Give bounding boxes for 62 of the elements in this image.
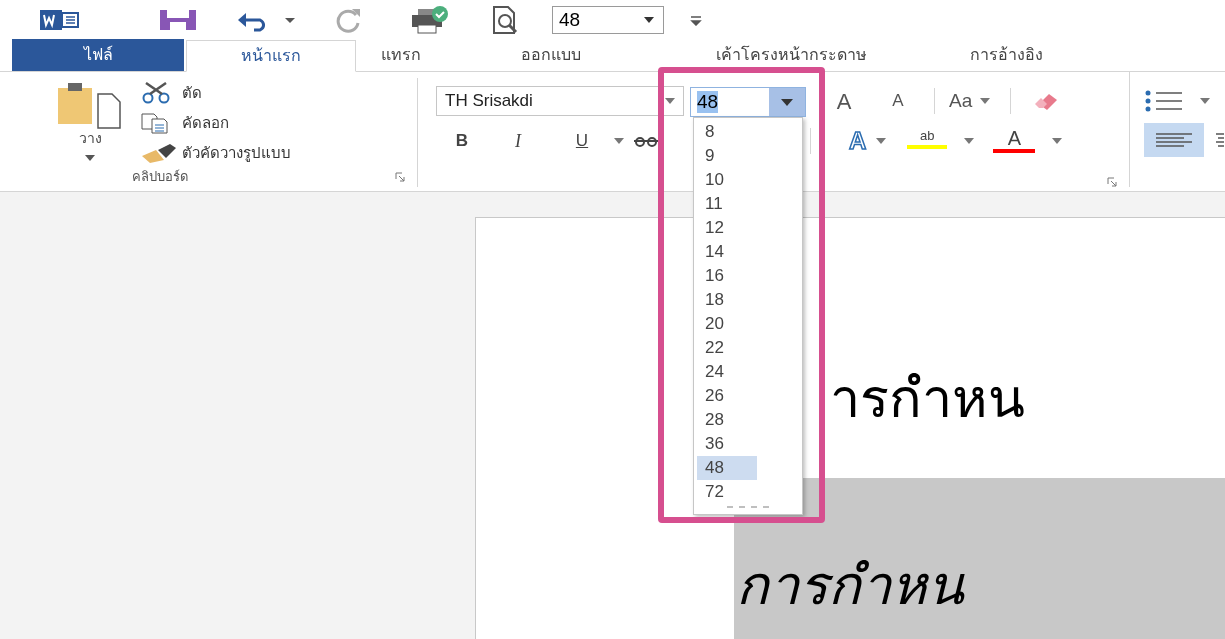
size-option[interactable]: 16 bbox=[697, 264, 757, 288]
copy-button[interactable]: คัดลอก bbox=[140, 110, 291, 136]
save-icon[interactable] bbox=[158, 8, 198, 32]
group-label: คลิปบอร์ด bbox=[132, 167, 188, 186]
caret-icon[interactable] bbox=[1200, 98, 1210, 104]
caret-icon bbox=[781, 98, 793, 106]
dialog-launcher-icon[interactable] bbox=[395, 171, 405, 182]
align-left-icon bbox=[1154, 132, 1194, 148]
font-color-button[interactable]: A bbox=[992, 127, 1037, 155]
document-text: การกำหน bbox=[736, 556, 964, 616]
size-option[interactable]: 28 bbox=[697, 408, 757, 432]
ribbon-tab[interactable]: แทรก bbox=[356, 39, 446, 71]
ribbon-tab[interactable]: การอ้างอิง bbox=[926, 39, 1086, 71]
cut-button[interactable]: ตัด bbox=[140, 80, 291, 106]
underline-button[interactable]: U bbox=[570, 128, 594, 154]
size-option[interactable]: 8 bbox=[697, 120, 757, 144]
ribbon-tab[interactable]: เค้าโครงหน้ากระดาษ bbox=[656, 39, 926, 71]
size-option[interactable]: 72 bbox=[697, 480, 757, 504]
dialog-launcher-icon[interactable] bbox=[1107, 177, 1117, 187]
caret-icon bbox=[980, 98, 991, 104]
font-size-combo[interactable]: 48 bbox=[690, 87, 806, 117]
size-option[interactable]: 20 bbox=[697, 312, 757, 336]
text-effects-button[interactable]: A bbox=[849, 123, 867, 159]
caret-icon[interactable] bbox=[1052, 138, 1063, 144]
document-text: ารกำหน bbox=[830, 368, 1025, 428]
size-option[interactable]: 14 bbox=[697, 240, 757, 264]
caret-icon bbox=[85, 155, 95, 161]
caret-icon[interactable] bbox=[876, 138, 887, 144]
resize-grip-icon[interactable] bbox=[725, 504, 769, 510]
bold-button[interactable]: B bbox=[450, 128, 474, 154]
size-option[interactable]: 9 bbox=[697, 144, 757, 168]
align-center-icon[interactable] bbox=[1214, 132, 1224, 148]
caret-icon[interactable] bbox=[284, 16, 296, 24]
size-option[interactable]: 26 bbox=[697, 384, 757, 408]
print-icon[interactable] bbox=[410, 5, 450, 35]
size-option[interactable]: 11 bbox=[697, 192, 757, 216]
size-option[interactable]: 18 bbox=[697, 288, 757, 312]
size-option[interactable]: 12 bbox=[697, 216, 757, 240]
caret-icon bbox=[665, 98, 675, 104]
caret-icon bbox=[643, 16, 655, 24]
customize-icon[interactable] bbox=[690, 14, 702, 26]
size-option[interactable]: 22 bbox=[697, 336, 757, 360]
file-tab[interactable]: ไฟล์ bbox=[12, 39, 184, 71]
caret-icon[interactable] bbox=[964, 138, 975, 144]
caret-icon[interactable] bbox=[614, 138, 624, 144]
grow-font-button[interactable]: A bbox=[824, 84, 864, 118]
font-name-field[interactable]: TH Srisakdi bbox=[436, 86, 684, 116]
align-left-button[interactable] bbox=[1144, 123, 1204, 157]
bullets-icon[interactable] bbox=[1144, 90, 1184, 112]
size-option[interactable]: 36 bbox=[697, 432, 757, 456]
size-option[interactable]: 10 bbox=[697, 168, 757, 192]
change-case-button[interactable]: Aa bbox=[949, 86, 991, 116]
paste-button[interactable]: วาง bbox=[40, 78, 140, 166]
ribbon-tab[interactable]: ออกแบบ bbox=[446, 39, 656, 71]
highlight-button[interactable]: ab bbox=[906, 127, 949, 155]
ribbon-tab[interactable]: หน้าแรก bbox=[186, 40, 356, 72]
size-option[interactable]: 48 bbox=[697, 456, 757, 480]
shrink-font-button[interactable]: A bbox=[880, 88, 916, 114]
italic-button[interactable]: I bbox=[508, 127, 528, 155]
font-size-field[interactable]: 48 bbox=[552, 6, 664, 34]
format-painter-button[interactable]: ตัวคัดวางรูปแบบ bbox=[140, 140, 291, 166]
size-option[interactable]: 24 bbox=[697, 360, 757, 384]
